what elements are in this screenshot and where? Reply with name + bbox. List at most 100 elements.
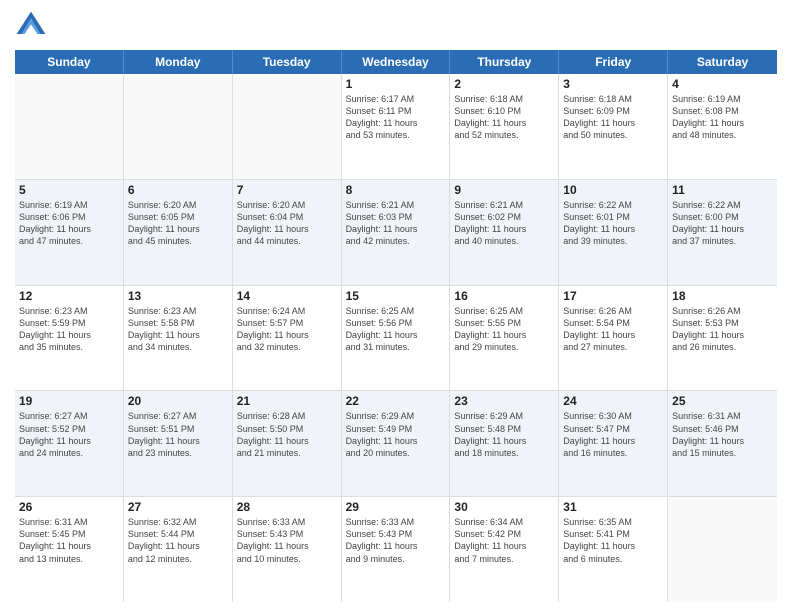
- day-cell-23: 23 Sunrise: 6:29 AM Sunset: 5:48 PM Dayli…: [450, 391, 559, 496]
- header: [15, 10, 777, 42]
- calendar-row-4: 26 Sunrise: 6:31 AM Sunset: 5:45 PM Dayli…: [15, 497, 777, 602]
- day-cell-3: 3Sunrise: 6:18 AM Sunset: 6:09 PM Daylig…: [559, 74, 668, 179]
- day-cell-6: 6Sunrise: 6:20 AM Sunset: 6:05 PM Daylig…: [124, 180, 233, 285]
- day-info: Sunrise: 6:34 AM Sunset: 5:42 PM Dayligh…: [454, 516, 554, 565]
- day-number: 19: [19, 394, 119, 408]
- day-cell-27: 27 Sunrise: 6:32 AM Sunset: 5:44 PM Dayli…: [124, 497, 233, 602]
- day-cell-28: 28 Sunrise: 6:33 AM Sunset: 5:43 PM Dayli…: [233, 497, 342, 602]
- day-info: Sunrise: 6:18 AM Sunset: 6:10 PM Dayligh…: [454, 93, 554, 142]
- day-number: 30: [454, 500, 554, 514]
- calendar-row-2: 12 Sunrise: 6:23 AM Sunset: 5:59 PM Dayli…: [15, 286, 777, 392]
- weekday-header-tuesday: Tuesday: [233, 50, 342, 74]
- day-info: Sunrise: 6:19 AM Sunset: 6:06 PM Dayligh…: [19, 199, 119, 248]
- day-cell-8: 8 Sunrise: 6:21 AM Sunset: 6:03 PM Daylig…: [342, 180, 451, 285]
- day-number: 17: [563, 289, 663, 303]
- day-info: Sunrise: 6:30 AM Sunset: 5:47 PM Dayligh…: [563, 410, 663, 459]
- day-info: Sunrise: 6:33 AM Sunset: 5:43 PM Dayligh…: [237, 516, 337, 565]
- day-cell-16: 16 Sunrise: 6:25 AM Sunset: 5:55 PM Dayli…: [450, 286, 559, 391]
- day-info: Sunrise: 6:32 AM Sunset: 5:44 PM Dayligh…: [128, 516, 228, 565]
- day-info: Sunrise: 6:25 AM Sunset: 5:56 PM Dayligh…: [346, 305, 446, 354]
- empty-cell: [233, 74, 342, 179]
- day-cell-18: 18Sunrise: 6:26 AM Sunset: 5:53 PM Dayli…: [668, 286, 777, 391]
- day-cell-31: 31 Sunrise: 6:35 AM Sunset: 5:41 PM Dayli…: [559, 497, 668, 602]
- day-number: 29: [346, 500, 446, 514]
- weekday-header-sunday: Sunday: [15, 50, 124, 74]
- day-info: Sunrise: 6:29 AM Sunset: 5:48 PM Dayligh…: [454, 410, 554, 459]
- empty-cell: [15, 74, 124, 179]
- day-info: Sunrise: 6:27 AM Sunset: 5:51 PM Dayligh…: [128, 410, 228, 459]
- day-info: Sunrise: 6:20 AM Sunset: 6:04 PM Dayligh…: [237, 199, 337, 248]
- day-cell-14: 14 Sunrise: 6:24 AM Sunset: 5:57 PM Dayli…: [233, 286, 342, 391]
- day-number: 9: [454, 183, 554, 197]
- day-number: 11: [672, 183, 773, 197]
- day-number: 27: [128, 500, 228, 514]
- day-number: 26: [19, 500, 119, 514]
- day-cell-26: 26 Sunrise: 6:31 AM Sunset: 5:45 PM Dayli…: [15, 497, 124, 602]
- day-number: 31: [563, 500, 663, 514]
- day-info: Sunrise: 6:24 AM Sunset: 5:57 PM Dayligh…: [237, 305, 337, 354]
- day-number: 24: [563, 394, 663, 408]
- weekday-header-monday: Monday: [124, 50, 233, 74]
- day-number: 28: [237, 500, 337, 514]
- day-cell-7: 7 Sunrise: 6:20 AM Sunset: 6:04 PM Daylig…: [233, 180, 342, 285]
- day-number: 13: [128, 289, 228, 303]
- day-info: Sunrise: 6:22 AM Sunset: 6:00 PM Dayligh…: [672, 199, 773, 248]
- day-info: Sunrise: 6:31 AM Sunset: 5:46 PM Dayligh…: [672, 410, 773, 459]
- day-number: 21: [237, 394, 337, 408]
- calendar-header: SundayMondayTuesdayWednesdayThursdayFrid…: [15, 50, 777, 74]
- day-number: 7: [237, 183, 337, 197]
- day-info: Sunrise: 6:21 AM Sunset: 6:03 PM Dayligh…: [346, 199, 446, 248]
- day-cell-2: 2 Sunrise: 6:18 AM Sunset: 6:10 PM Daylig…: [450, 74, 559, 179]
- day-number: 12: [19, 289, 119, 303]
- logo: [15, 10, 51, 42]
- weekday-header-friday: Friday: [559, 50, 668, 74]
- day-info: Sunrise: 6:23 AM Sunset: 5:58 PM Dayligh…: [128, 305, 228, 354]
- day-cell-4: 4 Sunrise: 6:19 AM Sunset: 6:08 PM Daylig…: [668, 74, 777, 179]
- day-info: Sunrise: 6:21 AM Sunset: 6:02 PM Dayligh…: [454, 199, 554, 248]
- day-number: 8: [346, 183, 446, 197]
- day-number: 23: [454, 394, 554, 408]
- day-number: 2: [454, 77, 554, 91]
- day-cell-12: 12 Sunrise: 6:23 AM Sunset: 5:59 PM Dayli…: [15, 286, 124, 391]
- empty-cell: [124, 74, 233, 179]
- day-cell-29: 29 Sunrise: 6:33 AM Sunset: 5:43 PM Dayli…: [342, 497, 451, 602]
- day-info: Sunrise: 6:23 AM Sunset: 5:59 PM Dayligh…: [19, 305, 119, 354]
- day-cell-22: 22Sunrise: 6:29 AM Sunset: 5:49 PM Dayli…: [342, 391, 451, 496]
- calendar-body: 1 Sunrise: 6:17 AM Sunset: 6:11 PM Daylig…: [15, 74, 777, 602]
- day-number: 10: [563, 183, 663, 197]
- day-cell-5: 5 Sunrise: 6:19 AM Sunset: 6:06 PM Daylig…: [15, 180, 124, 285]
- day-cell-11: 11 Sunrise: 6:22 AM Sunset: 6:00 PM Dayli…: [668, 180, 777, 285]
- day-info: Sunrise: 6:35 AM Sunset: 5:41 PM Dayligh…: [563, 516, 663, 565]
- calendar-row-0: 1 Sunrise: 6:17 AM Sunset: 6:11 PM Daylig…: [15, 74, 777, 180]
- day-number: 5: [19, 183, 119, 197]
- day-cell-1: 1 Sunrise: 6:17 AM Sunset: 6:11 PM Daylig…: [342, 74, 451, 179]
- day-info: Sunrise: 6:31 AM Sunset: 5:45 PM Dayligh…: [19, 516, 119, 565]
- day-number: 4: [672, 77, 773, 91]
- day-cell-30: 30 Sunrise: 6:34 AM Sunset: 5:42 PM Dayli…: [450, 497, 559, 602]
- day-info: Sunrise: 6:22 AM Sunset: 6:01 PM Dayligh…: [563, 199, 663, 248]
- day-info: Sunrise: 6:28 AM Sunset: 5:50 PM Dayligh…: [237, 410, 337, 459]
- day-cell-10: 10 Sunrise: 6:22 AM Sunset: 6:01 PM Dayli…: [559, 180, 668, 285]
- day-info: Sunrise: 6:33 AM Sunset: 5:43 PM Dayligh…: [346, 516, 446, 565]
- day-number: 18: [672, 289, 773, 303]
- day-cell-17: 17Sunrise: 6:26 AM Sunset: 5:54 PM Dayli…: [559, 286, 668, 391]
- weekday-header-thursday: Thursday: [450, 50, 559, 74]
- day-number: 14: [237, 289, 337, 303]
- day-cell-15: 15 Sunrise: 6:25 AM Sunset: 5:56 PM Dayli…: [342, 286, 451, 391]
- day-number: 3: [563, 77, 663, 91]
- day-info: Sunrise: 6:29 AM Sunset: 5:49 PM Dayligh…: [346, 410, 446, 459]
- weekday-header-wednesday: Wednesday: [342, 50, 451, 74]
- day-number: 16: [454, 289, 554, 303]
- page: SundayMondayTuesdayWednesdayThursdayFrid…: [0, 0, 792, 612]
- day-number: 1: [346, 77, 446, 91]
- day-info: Sunrise: 6:17 AM Sunset: 6:11 PM Dayligh…: [346, 93, 446, 142]
- day-info: Sunrise: 6:19 AM Sunset: 6:08 PM Dayligh…: [672, 93, 773, 142]
- empty-cell: [668, 497, 777, 602]
- day-number: 15: [346, 289, 446, 303]
- day-cell-19: 19Sunrise: 6:27 AM Sunset: 5:52 PM Dayli…: [15, 391, 124, 496]
- calendar-row-1: 5 Sunrise: 6:19 AM Sunset: 6:06 PM Daylig…: [15, 180, 777, 286]
- logo-icon: [15, 10, 47, 42]
- day-cell-21: 21 Sunrise: 6:28 AM Sunset: 5:50 PM Dayli…: [233, 391, 342, 496]
- day-info: Sunrise: 6:25 AM Sunset: 5:55 PM Dayligh…: [454, 305, 554, 354]
- weekday-header-saturday: Saturday: [668, 50, 777, 74]
